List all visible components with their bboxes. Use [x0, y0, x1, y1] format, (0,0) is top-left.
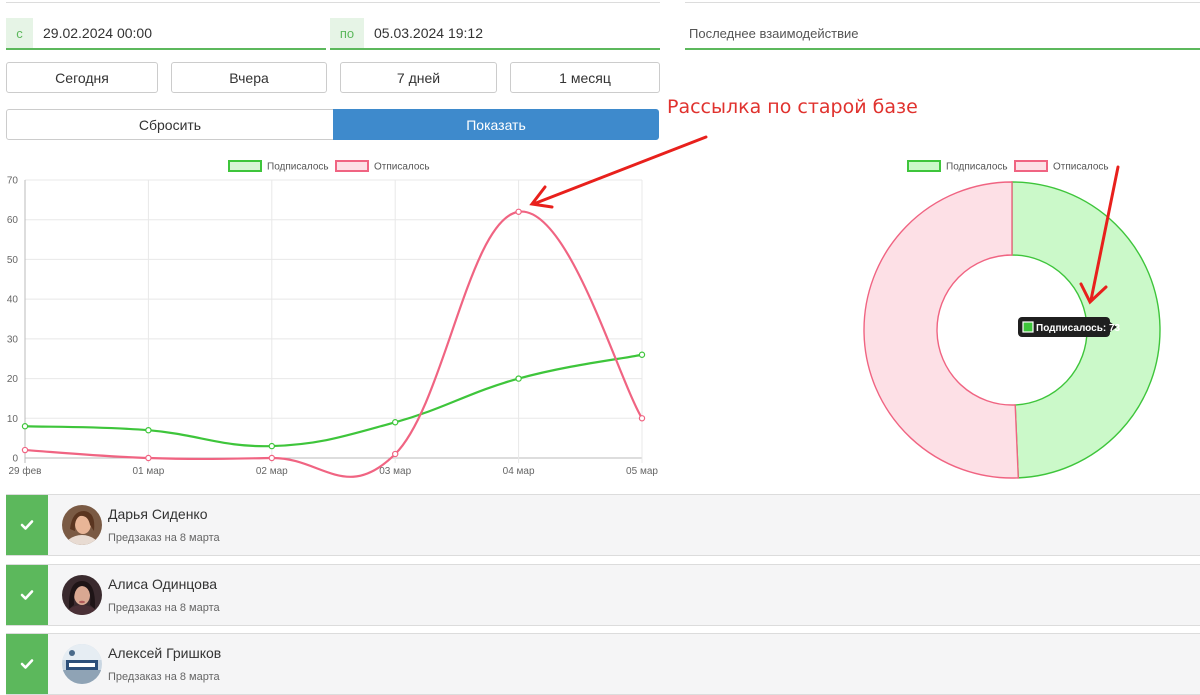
check-icon[interactable]	[6, 634, 48, 694]
subscriber-note: Предзаказ на 8 марта	[108, 532, 220, 544]
subscriber-name[interactable]: Алексей Гришков	[108, 645, 221, 661]
avatar	[62, 505, 102, 545]
list-item[interactable]: Алексей Гришков Предзаказ на 8 марта	[6, 633, 1200, 695]
arrow-to-line-peak	[529, 135, 708, 209]
subscriber-note: Предзаказ на 8 марта	[108, 602, 220, 614]
arrow-to-doughnut	[1079, 165, 1120, 305]
check-icon[interactable]	[6, 565, 48, 625]
annotation-arrows	[529, 135, 1120, 305]
subscriber-note: Предзаказ на 8 марта	[108, 671, 220, 683]
subscriber-name[interactable]: Алиса Одинцова	[108, 576, 217, 592]
list-item[interactable]: Дарья Сиденко Предзаказ на 8 марта	[6, 494, 1200, 556]
avatar	[62, 575, 102, 615]
avatar	[62, 644, 102, 684]
subscriber-name[interactable]: Дарья Сиденко	[108, 506, 208, 522]
check-icon[interactable]	[6, 495, 48, 555]
list-item[interactable]: Алиса Одинцова Предзаказ на 8 марта	[6, 564, 1200, 626]
